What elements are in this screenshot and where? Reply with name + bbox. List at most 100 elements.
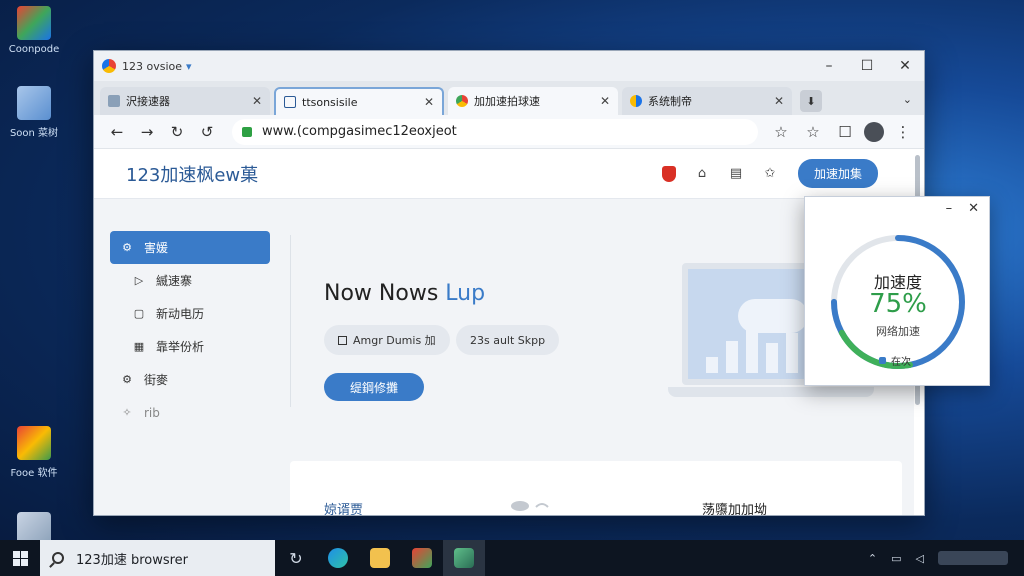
- chip-label: Amgr Dumis 加: [353, 334, 436, 347]
- tab-list-chevron-icon[interactable]: ⌄: [903, 93, 912, 106]
- file-explorer-icon[interactable]: [359, 540, 401, 576]
- sidebar-item-label: rib: [144, 405, 160, 420]
- chevron-up-icon[interactable]: ⌃: [868, 552, 877, 565]
- cloud-wifi-icon: [511, 501, 549, 511]
- hero-title: Now Nows Lup: [324, 281, 485, 306]
- status-text: 在次: [891, 357, 911, 368]
- sidebar-item-label: 縅速寨: [156, 274, 193, 288]
- forward-icon[interactable]: →: [132, 123, 162, 141]
- sidebar-item-analysis[interactable]: ▦ 靠举份析: [110, 330, 270, 363]
- star-icon[interactable]: ✩: [762, 166, 778, 182]
- play-icon: ▷: [134, 274, 144, 287]
- sidebar-item-rib[interactable]: ✧ rib: [110, 396, 270, 429]
- window-controls: – ☐ ✕: [810, 58, 924, 74]
- calendar-icon: ▦: [133, 340, 145, 353]
- minimize-button[interactable]: –: [810, 58, 848, 74]
- close-icon[interactable]: ✕: [774, 94, 784, 108]
- document-icon[interactable]: ▤: [728, 166, 744, 182]
- chip-label: 23s ault Skpp: [470, 333, 546, 347]
- tab-1[interactable]: 沢接速器 ✕: [100, 87, 270, 115]
- sparkle-icon: ✧: [122, 406, 132, 419]
- favorites-icon[interactable]: ☆: [800, 123, 826, 141]
- start-button[interactable]: [0, 540, 40, 576]
- accelerator-app-icon[interactable]: [443, 540, 485, 576]
- page-header: 123加速枫ew菓 ⌂ ▤ ✩ 加速加集: [94, 149, 914, 199]
- tab-icon: [456, 95, 468, 107]
- maximize-button[interactable]: ☐: [848, 58, 886, 74]
- home-icon[interactable]: ⌂: [694, 166, 710, 182]
- sidebar-item-label: 街麥: [144, 373, 169, 387]
- desktop-icon-label: Coonpode: [8, 44, 60, 55]
- store-icon[interactable]: [401, 540, 443, 576]
- sidebar-item-history[interactable]: ▢ 新动电历: [110, 297, 270, 330]
- desktop-icon-label: Fooe 软件: [10, 468, 58, 479]
- file-icon: ▢: [133, 307, 145, 320]
- sidebar-item-home[interactable]: ⚙ 害媛: [110, 231, 270, 264]
- shield-icon[interactable]: [661, 165, 676, 182]
- clock[interactable]: [938, 551, 1008, 565]
- avatar[interactable]: [864, 121, 884, 142]
- sidebar-item-settings[interactable]: ⚙ 街麥: [110, 363, 270, 396]
- header-icons: ⌂ ▤ ✩: [661, 165, 778, 182]
- volume-icon[interactable]: ◁: [916, 552, 924, 565]
- close-icon[interactable]: ✕: [600, 94, 610, 108]
- edge-browser-icon[interactable]: [317, 540, 359, 576]
- app-icon: [17, 86, 51, 120]
- bottom-card-right: 荡隳加加坳: [702, 503, 768, 516]
- tab-icon: [630, 95, 642, 107]
- chart-bar: [746, 329, 758, 373]
- task-view-icon[interactable]: ↻: [275, 540, 317, 576]
- app-icon: [17, 426, 51, 460]
- speed-gauge: 加速度 75% 网络加速 在次: [825, 229, 971, 375]
- close-button[interactable]: ✕: [886, 58, 924, 74]
- browser-window: 123 ovsioe ▾ – ☐ ✕ 沢接速器 ✕ ttsonsisile ✕ …: [93, 50, 925, 516]
- chart-bar: [726, 341, 738, 373]
- desktop-icon-soon[interactable]: Soon 菜树: [6, 86, 62, 139]
- desktop-icon-label: Soon 菜树: [9, 128, 59, 139]
- lock-icon: [242, 126, 252, 137]
- taskbar-search[interactable]: 123加速 browsrer: [40, 540, 275, 576]
- nav-bar: ← → ↻ ↺ www.(compgasimec12eoxjeot ☆ ☆ ☐ …: [94, 115, 924, 149]
- taskbar-search-text: 123加速 browsrer: [76, 552, 189, 568]
- close-icon[interactable]: ✕: [252, 94, 262, 108]
- laptop-base: [668, 387, 874, 397]
- sidebar-item-label: 靠举份析: [156, 340, 205, 354]
- back-icon[interactable]: ←: [102, 123, 132, 141]
- tab-label: 沢接速器: [126, 95, 170, 108]
- refresh-alt-icon[interactable]: ↺: [192, 123, 222, 141]
- close-button[interactable]: ✕: [968, 201, 979, 216]
- tab-download-icon[interactable]: ⬇: [800, 90, 822, 112]
- gauge-value: 75%: [869, 289, 927, 319]
- desktop-icon-fooe[interactable]: Fooe 软件: [6, 426, 62, 479]
- status-dot-icon: [879, 357, 886, 364]
- bottom-card-left[interactable]: 婛谞贾: [324, 499, 363, 515]
- tab-icon: [284, 96, 296, 108]
- reload-icon[interactable]: ↻: [162, 123, 192, 141]
- windows-logo-icon: [12, 550, 28, 566]
- speed-widget: – ✕ 加速度 75% 网络加速 在次: [804, 196, 990, 386]
- address-bar[interactable]: www.(compgasimec12eoxjeot: [232, 118, 758, 145]
- tab-3[interactable]: 加加速拍球速 ✕: [448, 87, 618, 115]
- close-icon[interactable]: ✕: [424, 95, 434, 109]
- bookmark-star-icon[interactable]: ☆: [768, 123, 794, 141]
- chip-2[interactable]: 23s ault Skpp: [456, 325, 560, 355]
- chip-1[interactable]: Amgr Dumis 加: [324, 325, 450, 355]
- header-accelerate-button[interactable]: 加速加集: [797, 159, 878, 188]
- tab-4[interactable]: 系统制帝 ✕: [622, 87, 792, 115]
- minimize-button[interactable]: –: [946, 201, 953, 216]
- gauge-status: 在次: [879, 353, 911, 368]
- taskbar: 123加速 browsrer ↻ ⌃ ▭ ◁: [0, 540, 1024, 576]
- tab-2[interactable]: ttsonsisile ✕: [274, 87, 444, 115]
- tab-label: 加加速拍球速: [474, 95, 540, 108]
- hero-button[interactable]: 缇鋼修攤: [324, 373, 425, 401]
- sidebar-item-speed[interactable]: ▷ 縅速寨: [110, 264, 270, 297]
- window-icon[interactable]: ☐: [832, 123, 858, 141]
- hero-title-accent: Lup: [445, 281, 486, 306]
- bottom-card: 婛谞贾 荡隳加加坳: [290, 461, 902, 516]
- desktop-icon-coonpode[interactable]: Coonpode: [6, 6, 62, 55]
- chevron-down-icon[interactable]: ▾: [186, 60, 192, 73]
- toolbar-actions: ☆ ☆ ☐ ⋮: [768, 121, 916, 142]
- menu-dots-icon[interactable]: ⋮: [890, 123, 916, 141]
- sidebar: ⚙ 害媛 ▷ 縅速寨 ▢ 新动电历 ▦ 靠举份析 ⚙ 街麥 ✧ rib: [110, 231, 270, 429]
- network-icon[interactable]: ▭: [891, 552, 901, 565]
